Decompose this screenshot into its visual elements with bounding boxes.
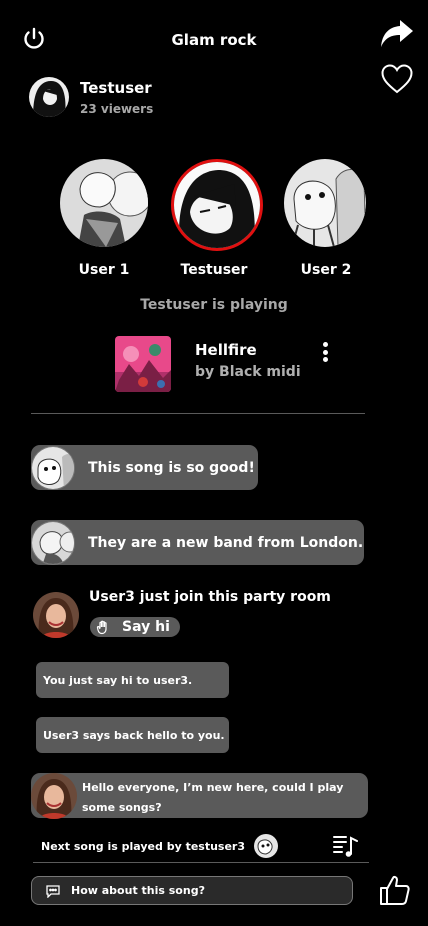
participant-label: User 1 xyxy=(78,262,130,278)
chat-message: This song is so good! xyxy=(31,445,258,490)
song-artist: by Black midi xyxy=(195,364,301,380)
say-hi-label: Say hi xyxy=(122,619,170,635)
say-hi-button[interactable]: Say hi xyxy=(90,617,180,637)
message-input-placeholder: How about this song? xyxy=(71,884,205,897)
host-name: Testuser xyxy=(80,79,152,97)
chat-message-text: Hello everyone, I’m new here, could I pl… xyxy=(82,781,344,814)
testuser3-avatar[interactable] xyxy=(254,834,278,858)
playlist-queue-icon[interactable] xyxy=(332,834,358,858)
chat-message: They are a new band from London. xyxy=(31,520,364,565)
divider xyxy=(33,862,369,863)
participant-label: Testuser xyxy=(180,262,248,278)
user3-avatar[interactable] xyxy=(31,773,77,819)
chat-avatar[interactable] xyxy=(31,520,75,565)
user3-avatar[interactable] xyxy=(33,592,79,638)
thumbs-up-icon[interactable] xyxy=(379,874,411,906)
system-message: User3 says back hello to you. xyxy=(36,717,229,753)
page-title: Glam rock xyxy=(171,31,257,49)
chat-bubble-icon xyxy=(46,884,60,898)
divider xyxy=(31,413,365,414)
viewer-count: 23 viewers xyxy=(80,102,154,116)
heart-icon[interactable] xyxy=(381,64,413,94)
next-song-notice: Next song is played by testuser3 xyxy=(41,840,246,853)
join-notice: User3 just join this party room xyxy=(89,589,331,605)
more-options-icon[interactable] xyxy=(318,340,332,364)
playing-status: Testuser is playing xyxy=(140,297,288,313)
host-avatar[interactable] xyxy=(29,77,69,117)
participant-label: User 2 xyxy=(300,262,352,278)
system-message: You just say hi to user3. xyxy=(36,662,229,698)
participant-avatar-testuser[interactable] xyxy=(171,159,263,251)
chat-message-text: This song is so good! xyxy=(88,459,255,476)
share-icon[interactable] xyxy=(380,18,414,50)
chat-message-text: They are a new band from London. xyxy=(88,534,364,551)
chat-avatar[interactable] xyxy=(31,445,75,490)
album-art[interactable] xyxy=(115,336,171,392)
song-title: Hellfire xyxy=(195,341,257,359)
message-input[interactable]: How about this song? xyxy=(31,876,353,905)
participant-avatar-user2[interactable] xyxy=(284,159,366,247)
wave-hand-icon xyxy=(96,620,107,635)
participant-avatar-user1[interactable] xyxy=(60,159,148,247)
